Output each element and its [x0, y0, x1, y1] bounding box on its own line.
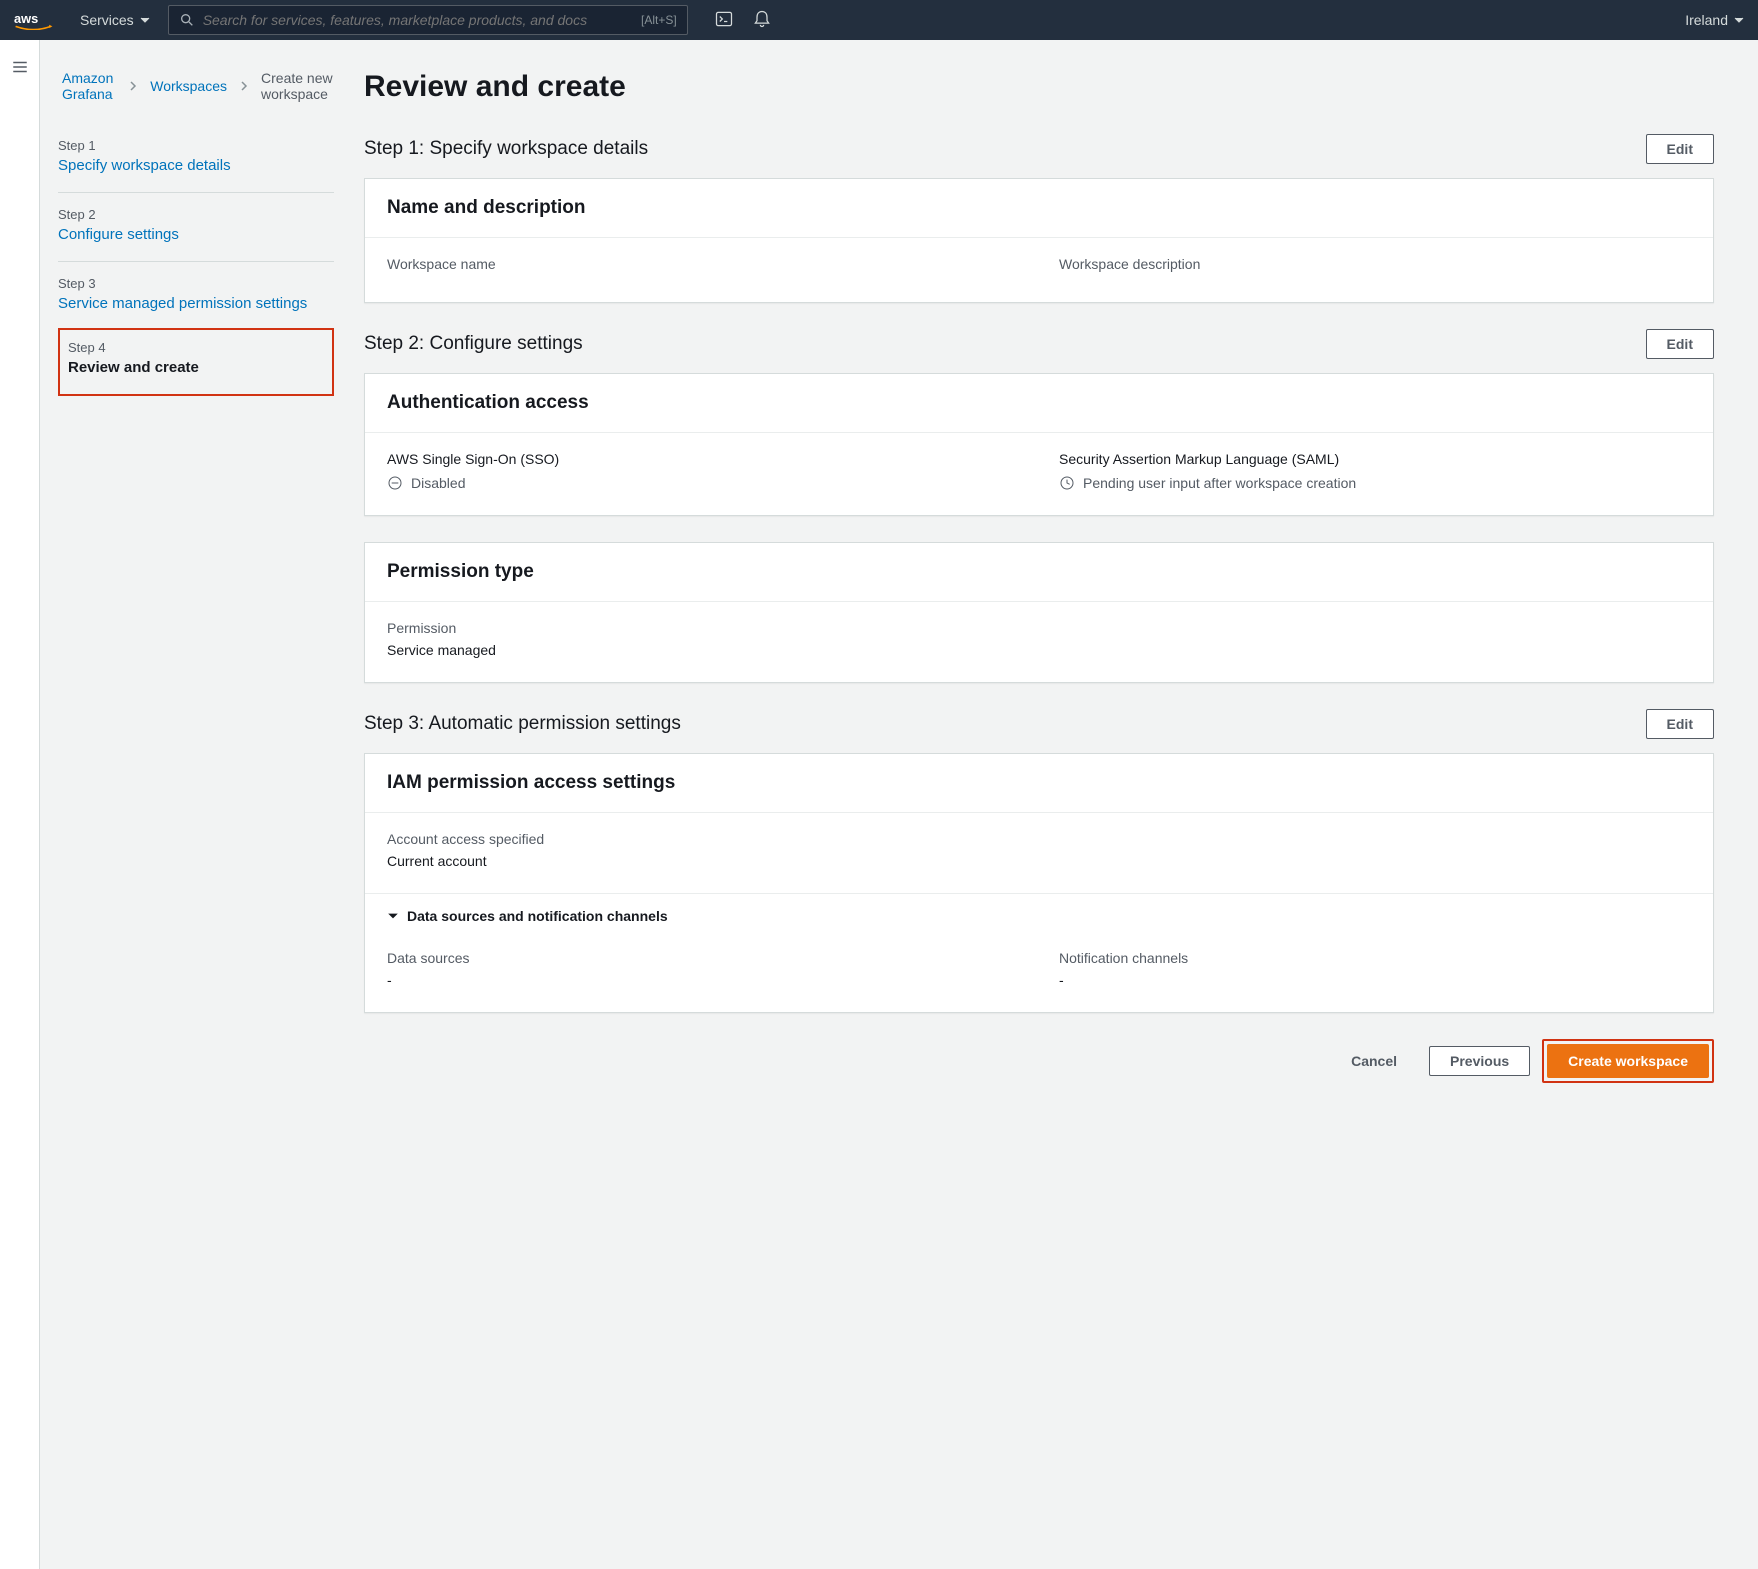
expander-label: Data sources and notification channels: [407, 908, 668, 924]
panel-name-description: Name and description Workspace name Work…: [364, 178, 1714, 303]
field-value: Service managed: [387, 642, 1691, 658]
saml-field: Security Assertion Markup Language (SAML…: [1059, 451, 1691, 491]
hamburger-icon[interactable]: [11, 58, 29, 1569]
panel-title: Authentication access: [365, 374, 1713, 433]
section-2-header: Step 2: Configure settings Edit: [364, 329, 1714, 359]
topnav-icons: [706, 9, 772, 32]
edit-step-2-button[interactable]: Edit: [1646, 329, 1714, 359]
step-link[interactable]: Service managed permission settings: [58, 295, 307, 312]
wizard-steps: Step 1 Specify workspace details Step 2 …: [58, 138, 334, 396]
previous-button[interactable]: Previous: [1429, 1046, 1530, 1076]
global-search[interactable]: [Alt+S]: [168, 5, 688, 35]
chevron-right-icon: [128, 78, 138, 94]
saml-status: Pending user input after workspace creat…: [1059, 475, 1691, 491]
field-label: Workspace name: [387, 256, 1019, 272]
breadcrumb-current: Create new workspace: [261, 70, 334, 102]
sso-status: Disabled: [387, 475, 1019, 491]
wizard-step-3[interactable]: Step 3 Service managed permission settin…: [58, 261, 334, 330]
region-selector[interactable]: Ireland: [1685, 12, 1744, 28]
page-shell: Amazon Grafana Workspaces Create new wor…: [0, 40, 1758, 1569]
step-label: Step 1: [58, 138, 334, 153]
step-label: Step 3: [58, 276, 334, 291]
pending-icon: [1059, 475, 1075, 491]
account-access-field: Account access specified Current account: [387, 831, 1691, 869]
step-link[interactable]: Specify workspace details: [58, 157, 231, 174]
notification-channels-field: Notification channels -: [1059, 950, 1691, 988]
workspace-name-field: Workspace name: [387, 256, 1019, 278]
section-3-heading: Step 3: Automatic permission settings: [364, 713, 681, 735]
field-label: Workspace description: [1059, 256, 1691, 272]
panel-iam-settings: IAM permission access settings Account a…: [364, 753, 1714, 1013]
wizard-step-1[interactable]: Step 1 Specify workspace details: [58, 138, 334, 192]
services-menu[interactable]: Services: [80, 12, 150, 28]
svg-text:aws: aws: [14, 11, 38, 26]
caret-down-icon: [1734, 15, 1744, 25]
search-icon: [179, 12, 195, 28]
wizard-step-4[interactable]: Step 4 Review and create: [58, 328, 334, 396]
side-rail: [0, 40, 40, 1569]
panel-permission-type: Permission type Permission Service manag…: [364, 542, 1714, 683]
panel-title: Permission type: [365, 543, 1713, 602]
panel-title: Name and description: [365, 179, 1713, 238]
field-label: Security Assertion Markup Language (SAML…: [1059, 451, 1691, 467]
workspace-description-field: Workspace description: [1059, 256, 1691, 278]
services-label: Services: [80, 12, 134, 28]
section-2-heading: Step 2: Configure settings: [364, 333, 583, 355]
field-value: -: [387, 972, 1019, 988]
panel-title: IAM permission access settings: [365, 754, 1713, 813]
left-column: Amazon Grafana Workspaces Create new wor…: [54, 70, 334, 1529]
panel-auth-access: Authentication access AWS Single Sign-On…: [364, 373, 1714, 516]
page-title: Review and create: [364, 70, 1714, 104]
disabled-icon: [387, 475, 403, 491]
step-current: Review and create: [68, 359, 324, 376]
create-workspace-button[interactable]: Create workspace: [1547, 1044, 1709, 1078]
field-value: -: [1059, 972, 1691, 988]
search-shortcut: [Alt+S]: [641, 13, 677, 27]
section-1-header: Step 1: Specify workspace details Edit: [364, 134, 1714, 164]
field-label: Data sources: [387, 950, 1019, 966]
chevron-right-icon: [239, 78, 249, 94]
main-column: Review and create Step 1: Specify worksp…: [364, 70, 1714, 1529]
breadcrumb-link-grafana[interactable]: Amazon Grafana: [62, 70, 116, 102]
edit-step-1-button[interactable]: Edit: [1646, 134, 1714, 164]
field-label: Account access specified: [387, 831, 1691, 847]
search-input[interactable]: [195, 12, 641, 28]
edit-step-3-button[interactable]: Edit: [1646, 709, 1714, 739]
section-3-header: Step 3: Automatic permission settings Ed…: [364, 709, 1714, 739]
sso-field: AWS Single Sign-On (SSO) Disabled: [387, 451, 1019, 491]
field-value: Current account: [387, 853, 1691, 869]
aws-logo[interactable]: aws: [14, 10, 62, 30]
create-workspace-highlight: Create workspace: [1542, 1039, 1714, 1083]
cloudshell-icon[interactable]: [714, 9, 734, 32]
step-link[interactable]: Configure settings: [58, 226, 179, 243]
data-sources-field: Data sources -: [387, 950, 1019, 988]
notifications-icon[interactable]: [752, 9, 772, 32]
section-1-heading: Step 1: Specify workspace details: [364, 138, 648, 160]
breadcrumb-link-workspaces[interactable]: Workspaces: [150, 78, 227, 94]
wizard-step-2[interactable]: Step 2 Configure settings: [58, 192, 334, 261]
status-text: Pending user input after workspace creat…: [1083, 475, 1356, 491]
step-label: Step 4: [68, 340, 324, 355]
footer-actions: Cancel Previous Create workspace: [364, 1039, 1714, 1083]
region-label: Ireland: [1685, 12, 1728, 28]
caret-down-icon: [140, 15, 150, 25]
step-label: Step 2: [58, 207, 334, 222]
permission-field: Permission Service managed: [387, 620, 1691, 658]
breadcrumb: Amazon Grafana Workspaces Create new wor…: [58, 70, 334, 102]
field-label: Notification channels: [1059, 950, 1691, 966]
field-label: Permission: [387, 620, 1691, 636]
content-area: Amazon Grafana Workspaces Create new wor…: [40, 40, 1758, 1569]
field-label: AWS Single Sign-On (SSO): [387, 451, 1019, 467]
expander-data-sources[interactable]: Data sources and notification channels: [365, 893, 1713, 938]
status-text: Disabled: [411, 475, 465, 491]
cancel-button[interactable]: Cancel: [1331, 1045, 1417, 1077]
caret-down-icon: [387, 910, 399, 922]
top-nav: aws Services [Alt+S] Ireland: [0, 0, 1758, 40]
